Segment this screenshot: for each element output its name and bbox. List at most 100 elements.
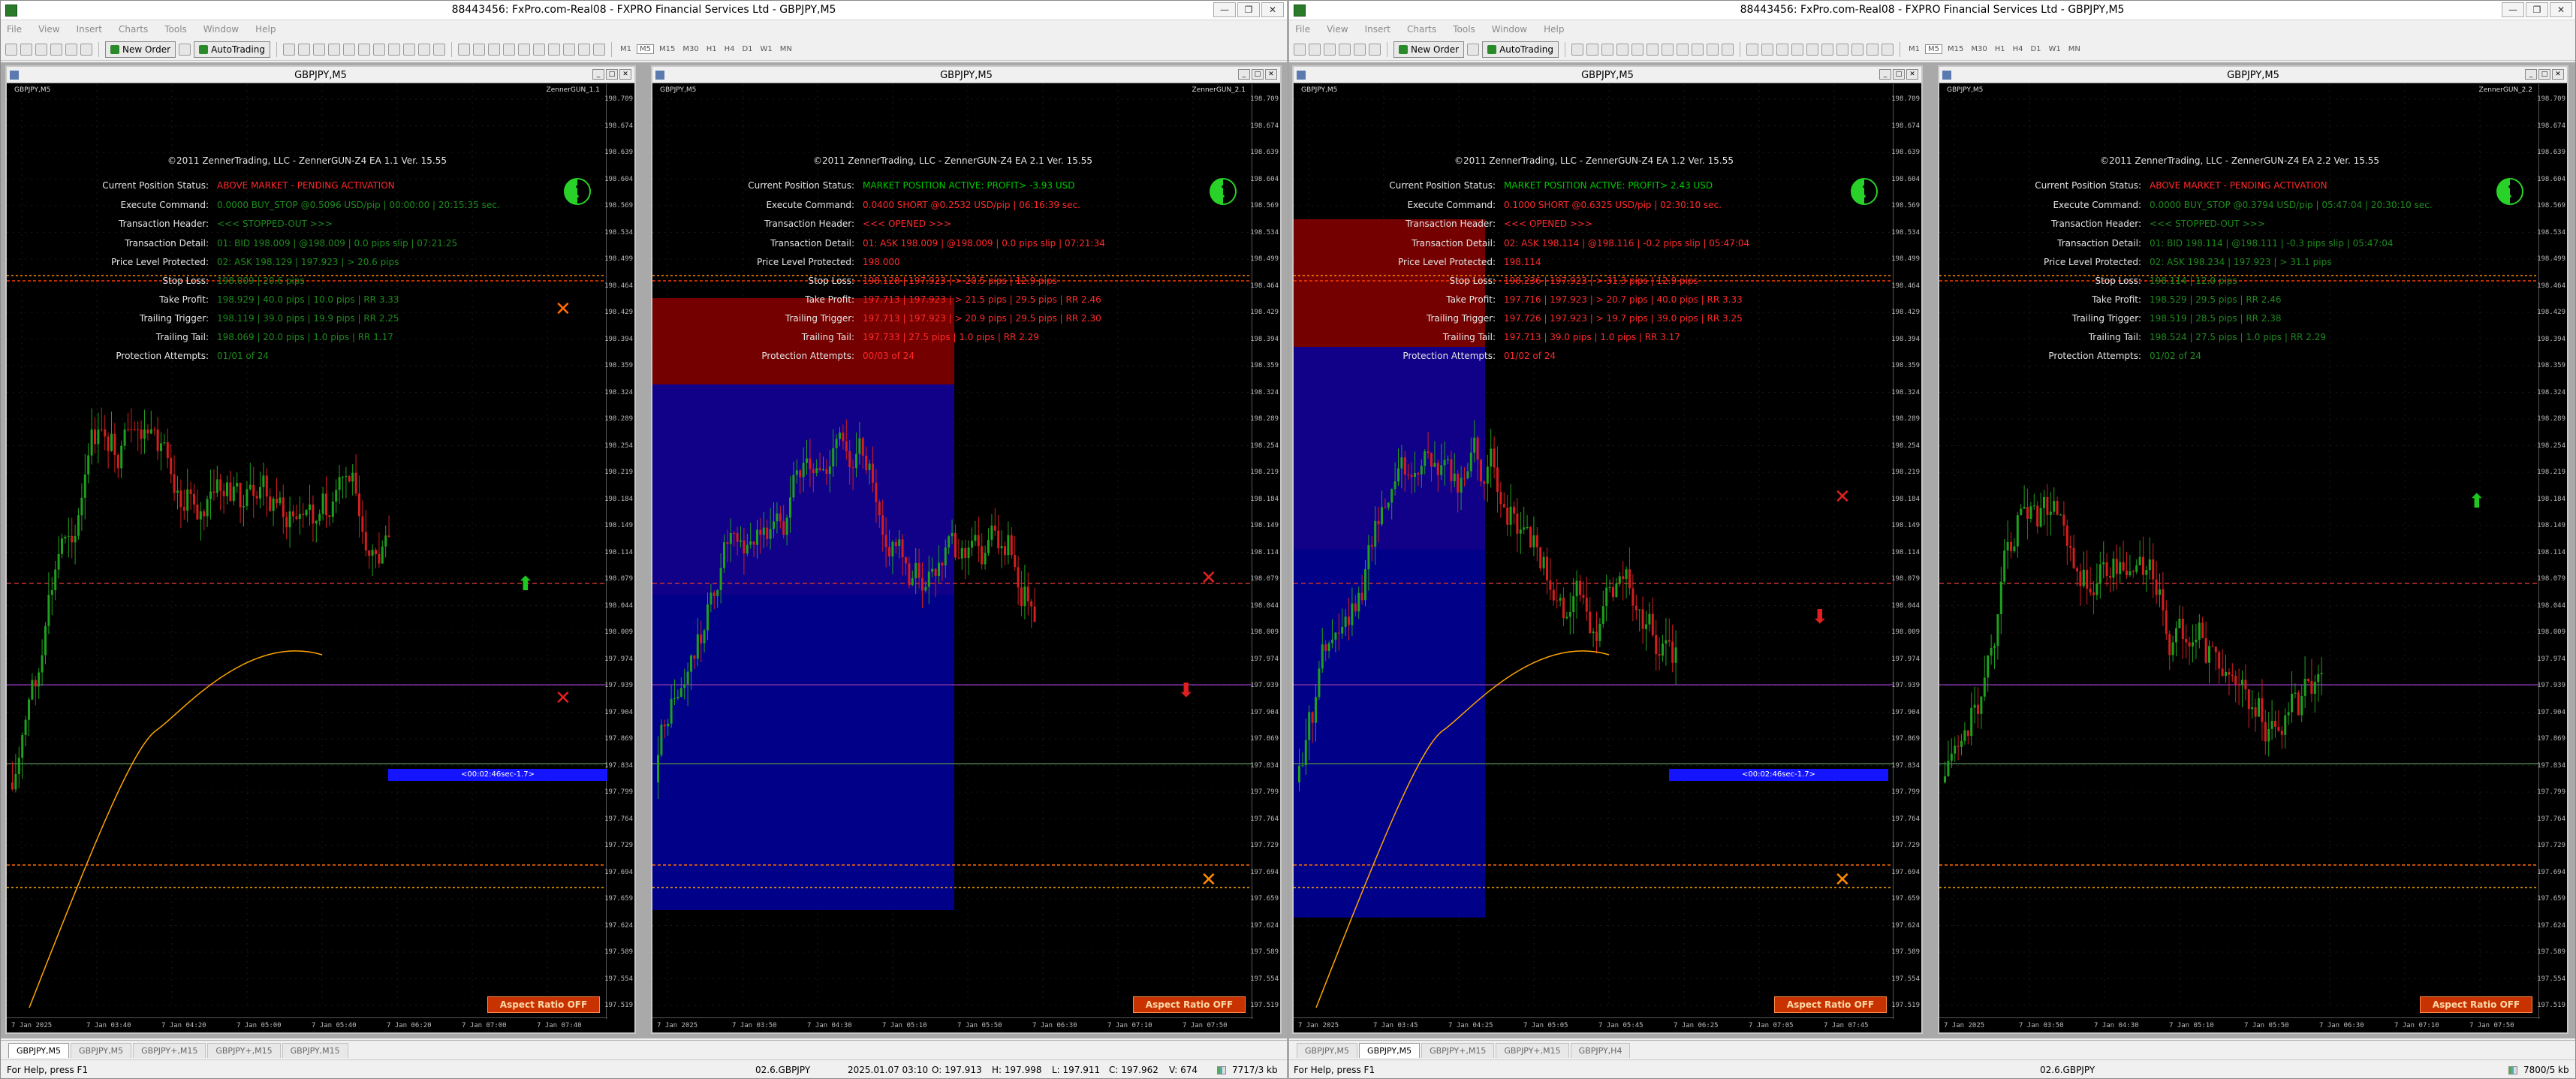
meta-editor-icon[interactable] bbox=[179, 43, 191, 56]
chart-shift-icon[interactable] bbox=[387, 43, 400, 56]
trendline-icon[interactable] bbox=[517, 43, 530, 56]
tf-m15[interactable]: M15 bbox=[1945, 45, 1966, 53]
tf-h1[interactable]: H1 bbox=[704, 45, 719, 53]
chart-minimize-button[interactable]: _ bbox=[1879, 69, 1891, 80]
periods-icon[interactable] bbox=[1706, 43, 1719, 56]
time-axis[interactable]: 7 Jan 2025 7 Jan 03:40 7 Jan 04:20 7 Jan 05… bbox=[7, 1017, 607, 1032]
chart-maximize-button[interactable]: □ bbox=[606, 69, 618, 80]
fibonacci-icon[interactable] bbox=[1836, 43, 1848, 56]
chart-tab[interactable]: GBPJPY+,M15 bbox=[207, 1043, 281, 1058]
chart-title-bar[interactable]: GBPJPY,M5 _ □ ✕ bbox=[1939, 67, 2567, 83]
time-axis[interactable]: 7 Jan 2025 7 Jan 03:50 7 Jan 04:30 7 Jan 05… bbox=[1939, 1017, 2540, 1032]
minimize-button[interactable]: — bbox=[1213, 2, 1236, 17]
fibonacci-icon[interactable] bbox=[547, 43, 560, 56]
menu-tools[interactable]: Tools bbox=[164, 24, 187, 35]
aspect-ratio-button[interactable]: Aspect Ratio OFF bbox=[2420, 996, 2532, 1013]
tf-m30[interactable]: M30 bbox=[1969, 45, 1989, 53]
aspect-ratio-button[interactable]: Aspect Ratio OFF bbox=[1774, 996, 1887, 1013]
chart-tab[interactable]: GBPJPY+,M15 bbox=[1496, 1043, 1569, 1058]
indicators-icon[interactable] bbox=[1691, 43, 1704, 56]
price-axis[interactable]: 198.709 198.674 198.639 198.604 198.569 198.5… bbox=[1891, 84, 1921, 1019]
menu-tools[interactable]: Tools bbox=[1453, 24, 1475, 35]
chart-minimize-button[interactable]: _ bbox=[1238, 69, 1250, 80]
tf-m5[interactable]: M5 bbox=[636, 44, 654, 54]
time-axis[interactable]: 7 Jan 2025 7 Jan 03:45 7 Jan 04:25 7 Jan 05… bbox=[1294, 1017, 1894, 1032]
auto-trading-button[interactable]: AutoTrading bbox=[1482, 41, 1559, 58]
meta-editor-icon[interactable] bbox=[1467, 43, 1480, 56]
horizontal-line-icon[interactable] bbox=[502, 43, 515, 56]
price-axis[interactable]: 198.709 198.674 198.639 198.604 198.569 198.5… bbox=[1250, 84, 1280, 1019]
label-icon[interactable] bbox=[1866, 43, 1879, 56]
zoom-out-icon[interactable] bbox=[1631, 43, 1644, 56]
close-button[interactable]: ✕ bbox=[1261, 2, 1284, 17]
tf-mn[interactable]: MN bbox=[778, 45, 794, 53]
tf-mn[interactable]: MN bbox=[2066, 45, 2083, 53]
tf-m15[interactable]: M15 bbox=[657, 45, 677, 53]
tf-d1[interactable]: D1 bbox=[2028, 45, 2043, 53]
label-icon[interactable] bbox=[577, 43, 590, 56]
menu-insert[interactable]: Insert bbox=[77, 24, 102, 35]
periods-icon[interactable] bbox=[417, 43, 430, 56]
terminal-icon[interactable] bbox=[1369, 43, 1381, 56]
chart-title-bar[interactable]: GBPJPY,M5 _ □ ✕ bbox=[7, 67, 634, 83]
zoom-in-icon[interactable] bbox=[327, 43, 340, 56]
tf-w1[interactable]: W1 bbox=[758, 45, 775, 53]
tf-h4[interactable]: H4 bbox=[2011, 45, 2026, 53]
price-axis[interactable]: 198.709 198.674 198.639 198.604 198.569 198.5… bbox=[2537, 84, 2567, 1019]
tile-windows-icon[interactable] bbox=[1646, 43, 1659, 56]
menu-view[interactable]: View bbox=[38, 24, 59, 35]
zoom-in-icon[interactable] bbox=[1616, 43, 1628, 56]
tile-windows-icon[interactable] bbox=[357, 43, 370, 56]
chart-minimize-button[interactable]: _ bbox=[592, 69, 604, 80]
channel-icon[interactable] bbox=[1821, 43, 1833, 56]
vertical-line-icon[interactable] bbox=[1776, 43, 1788, 56]
vertical-line-icon[interactable] bbox=[487, 43, 500, 56]
price-axis[interactable]: 198.709 198.674 198.639 198.604 198.569 198.5… bbox=[604, 84, 634, 1019]
menu-window[interactable]: Window bbox=[1492, 24, 1527, 35]
restore-button[interactable]: ❐ bbox=[1237, 2, 1260, 17]
menu-charts[interactable]: Charts bbox=[1407, 24, 1436, 35]
new-chart-icon[interactable] bbox=[1294, 43, 1306, 56]
auto-scroll-icon[interactable] bbox=[372, 43, 385, 56]
trendline-icon[interactable] bbox=[1806, 43, 1818, 56]
crosshair-icon[interactable] bbox=[1761, 43, 1773, 56]
candlestick-icon[interactable] bbox=[297, 43, 310, 56]
channel-icon[interactable] bbox=[532, 43, 545, 56]
chart-window[interactable]: GBPJPY,M5 _ □ ✕ ⬆ 198.709 198.674 198.639 198.60… bbox=[1938, 65, 2568, 1034]
text-icon[interactable] bbox=[562, 43, 575, 56]
indicators-icon[interactable] bbox=[402, 43, 415, 56]
chart-close-button[interactable]: ✕ bbox=[1265, 69, 1277, 80]
tf-m5[interactable]: M5 bbox=[1924, 44, 1942, 54]
templates-icon[interactable] bbox=[1721, 43, 1734, 56]
menu-insert[interactable]: Insert bbox=[1365, 24, 1390, 35]
menu-help[interactable]: Help bbox=[1544, 24, 1564, 35]
zoom-out-icon[interactable] bbox=[342, 43, 355, 56]
new-order-button[interactable]: New Order bbox=[105, 41, 176, 58]
terminal-icon[interactable] bbox=[80, 43, 92, 56]
chart-window[interactable]: GBPJPY,M5 _ □ ✕ ✕ ✕ ⬆ 198.709 198.674 198.639 198.… bbox=[5, 65, 636, 1034]
tf-w1[interactable]: W1 bbox=[2047, 45, 2063, 53]
chart-tab[interactable]: GBPJPY,M5 bbox=[1297, 1043, 1358, 1058]
chart-tab[interactable]: GBPJPY+,M15 bbox=[133, 1043, 206, 1058]
minimize-button[interactable]: — bbox=[2502, 2, 2524, 17]
new-chart-icon[interactable] bbox=[5, 43, 17, 56]
tf-h1[interactable]: H1 bbox=[1993, 45, 2008, 53]
chart-close-button[interactable]: ✕ bbox=[1906, 69, 1918, 80]
navigator-icon[interactable] bbox=[65, 43, 77, 56]
menu-file[interactable]: File bbox=[1295, 24, 1310, 35]
chart-shift-icon[interactable] bbox=[1676, 43, 1689, 56]
new-order-button[interactable]: New Order bbox=[1393, 41, 1465, 58]
chart-title-bar[interactable]: GBPJPY,M5 _ □ ✕ bbox=[652, 67, 1280, 83]
crosshair-icon[interactable] bbox=[472, 43, 485, 56]
menu-charts[interactable]: Charts bbox=[119, 24, 148, 35]
bar-chart-icon[interactable] bbox=[282, 43, 295, 56]
tf-m1[interactable]: M1 bbox=[1906, 45, 1922, 53]
chart-maximize-button[interactable]: □ bbox=[2538, 69, 2550, 80]
tf-m30[interactable]: M30 bbox=[680, 45, 700, 53]
chart-close-button[interactable]: ✕ bbox=[619, 69, 631, 80]
templates-icon[interactable] bbox=[432, 43, 445, 56]
cursor-icon[interactable] bbox=[1746, 43, 1758, 56]
candlestick-icon[interactable] bbox=[1586, 43, 1598, 56]
chart-tab[interactable]: GBPJPY,M5 bbox=[1359, 1043, 1421, 1058]
text-icon[interactable] bbox=[1851, 43, 1863, 56]
